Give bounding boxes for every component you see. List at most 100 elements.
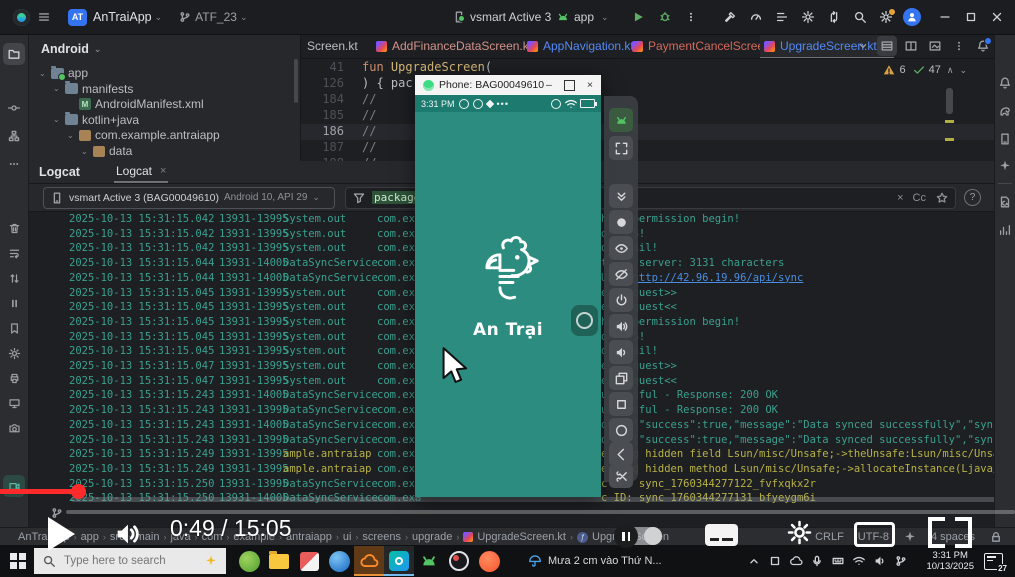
record-icon[interactable] <box>609 210 633 234</box>
logcat-device-selector[interactable]: vsmart Active 3 (BAG00049610) Android 10… <box>43 187 335 209</box>
run-configuration[interactable]: app ⌄ <box>556 10 617 24</box>
code-line-185[interactable]: 185// <box>300 108 995 124</box>
expand-icon[interactable] <box>609 136 633 160</box>
code-line-186[interactable]: 186// <box>300 124 995 140</box>
start-button[interactable] <box>10 553 26 569</box>
gemini-icon[interactable] <box>994 155 1015 177</box>
video-settings-gear-icon[interactable] <box>786 519 813 546</box>
commit-icon[interactable] <box>3 97 25 119</box>
profiler-icon[interactable] <box>744 5 768 29</box>
phone-screen[interactable]: An Trại <box>415 112 601 497</box>
rotate-icon[interactable] <box>609 366 633 390</box>
tree-item-data[interactable]: ⌄data <box>81 143 132 159</box>
phone-window-titlebar[interactable]: Phone: BAG00049610 – × <box>415 75 601 95</box>
bookmark-icon[interactable] <box>3 317 25 339</box>
breadcrumb-item[interactable]: app› <box>81 531 106 543</box>
code-editor[interactable]: 41fun UpgradeScreen(126) { pac184//185//… <box>300 58 995 162</box>
taskbar-app-android-studio[interactable] <box>384 546 414 576</box>
video-theater-mode-button[interactable] <box>854 522 895 547</box>
tree-item-app[interactable]: ⌄app <box>39 65 88 81</box>
code-line-187[interactable]: 187// <box>300 140 995 156</box>
close-window-icon[interactable] <box>985 5 1009 29</box>
debug-button[interactable] <box>653 5 677 29</box>
breadcrumb-item[interactable]: antraiapp› <box>286 531 339 543</box>
breadcrumb-item[interactable]: upgrade› <box>412 531 459 543</box>
editor-tab-screen-kt[interactable]: Screen.kt <box>303 35 362 57</box>
warning-stripe-mark[interactable] <box>945 120 954 123</box>
code-line-184[interactable]: 184// <box>300 92 995 108</box>
action-center-icon[interactable]: 27 <box>984 553 1003 570</box>
breadcrumb-item[interactable]: ui› <box>343 531 359 543</box>
phone-minimize-icon[interactable]: – <box>546 79 552 91</box>
android-head-icon[interactable] <box>609 108 633 132</box>
tree-item-kotlin-java[interactable]: ⌄kotlin+java <box>53 112 139 128</box>
prev-issue-icon[interactable]: ∧ <box>947 65 954 76</box>
build-icon[interactable] <box>718 5 742 29</box>
warning-stripe-mark[interactable] <box>945 138 954 141</box>
video-autoplay-toggle[interactable] <box>616 527 662 545</box>
project-folder-icon[interactable] <box>3 43 25 65</box>
minimize-window-icon[interactable] <box>933 5 957 29</box>
logcat-tab[interactable]: Logcat × <box>114 161 168 183</box>
list-view-icon[interactable] <box>877 36 897 56</box>
structure-icon[interactable] <box>3 125 25 147</box>
taskbar-search[interactable] <box>34 548 226 574</box>
wrap-icon[interactable] <box>3 242 25 264</box>
log-link[interactable]: http://42.96.19.96/api/sync <box>633 272 804 284</box>
project-scrollbar[interactable] <box>294 59 298 103</box>
help-icon[interactable]: ? <box>964 189 981 206</box>
pull-request-icon[interactable] <box>822 5 846 29</box>
insights-icon[interactable] <box>994 219 1015 241</box>
pause-icon[interactable] <box>3 292 25 314</box>
next-issue-icon[interactable]: ⌄ <box>959 65 967 76</box>
editor-tab-appnavigation-kt[interactable]: AppNavigation.kt <box>523 35 638 57</box>
sync-gear-icon[interactable] <box>796 5 820 29</box>
volume-down-icon[interactable] <box>609 340 633 364</box>
lock-icon[interactable] <box>989 530 1003 544</box>
updown-icon[interactable] <box>3 267 25 289</box>
device-manager-icon[interactable] <box>994 128 1015 150</box>
video-captions-button[interactable] <box>705 524 738 546</box>
more-actions-icon[interactable] <box>679 5 703 29</box>
taskbar-app-cloud[interactable] <box>354 546 384 576</box>
project-view-selector[interactable]: Android ⌄ <box>29 35 300 60</box>
video-progress-scrubber[interactable] <box>71 484 86 499</box>
more-icon[interactable] <box>3 153 25 175</box>
gradle-icon[interactable] <box>994 100 1015 122</box>
tree-item-com-example-antraiapp[interactable]: ⌄com.example.antraiapp <box>67 127 220 143</box>
assistive-floating-button[interactable] <box>571 305 598 336</box>
notifications-bell-icon[interactable] <box>994 72 1015 94</box>
video-fullscreen-button[interactable] <box>928 517 972 548</box>
favorite-star-icon[interactable] <box>935 191 949 205</box>
breadcrumb-item[interactable]: UpgradeScreen.kt› <box>463 531 573 543</box>
doc-search-icon[interactable] <box>994 191 1015 213</box>
tray-expand-icon[interactable] <box>747 554 761 568</box>
taskbar-clock[interactable]: 3:31 PM 10/13/2025 <box>926 550 974 572</box>
tabs-chevron-down-icon[interactable] <box>853 36 873 56</box>
printer-icon[interactable] <box>3 367 25 389</box>
camera-icon[interactable] <box>3 417 25 439</box>
keyboard-icon[interactable] <box>831 554 845 568</box>
taskbar-app-emulator[interactable] <box>414 546 444 576</box>
clear-filter-icon[interactable]: × <box>897 192 903 204</box>
taskbar-app-obs[interactable] <box>444 546 474 576</box>
settings-icon[interactable] <box>3 342 25 364</box>
logcat-horizontal-scrollbar[interactable] <box>71 497 1001 502</box>
eye-off-icon[interactable] <box>609 262 633 286</box>
taskbar-app-paint[interactable] <box>294 546 324 576</box>
nav-circle-icon[interactable] <box>609 418 633 442</box>
run-button[interactable] <box>626 5 650 29</box>
tray-app-icon[interactable] <box>768 554 782 568</box>
todo-list-icon[interactable] <box>770 5 794 29</box>
trash-icon[interactable] <box>3 217 25 239</box>
main-menu-icon[interactable] <box>37 10 51 24</box>
preview-icon[interactable] <box>925 36 945 56</box>
search-everywhere-icon[interactable] <box>848 5 872 29</box>
phone-close-icon[interactable]: × <box>587 79 593 91</box>
video-volume-icon[interactable] <box>112 519 142 549</box>
eye-icon[interactable] <box>609 236 633 260</box>
power-icon[interactable] <box>609 288 633 312</box>
taskbar-app-ldplayer[interactable] <box>234 546 264 576</box>
ai-sparkle-icon[interactable] <box>903 530 917 544</box>
maximize-window-icon[interactable] <box>959 5 983 29</box>
